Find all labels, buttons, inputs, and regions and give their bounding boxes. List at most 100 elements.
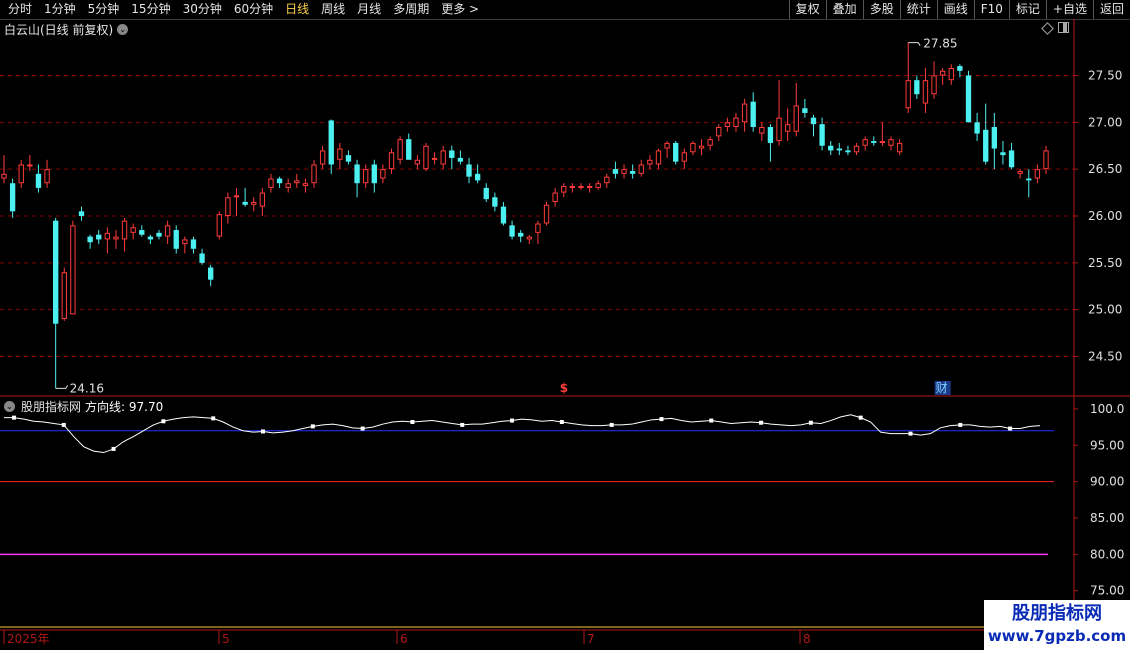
candle-body-up [948,67,954,81]
direction-point [161,419,166,424]
candle-body-down [500,206,507,224]
candle-body-up [784,124,791,132]
direction-point [759,420,764,425]
candle-body-up [604,176,610,184]
direction-point [11,415,16,420]
candle-body-down [371,164,377,184]
watermark-title: 股朋指标网 [1012,603,1102,624]
direction-point [111,446,116,451]
candle-body-down [78,211,85,216]
indicator-tick-label: 90.00 [1090,475,1124,489]
candle-body-down [965,75,972,123]
candle-body-up [569,186,576,189]
direction-point [559,420,564,424]
candle-body-up [18,164,24,184]
candle-body-down [991,127,998,149]
candle-body-up [285,183,291,188]
candle-body-up [216,214,222,237]
candle-body-down [345,155,352,162]
candle-body-down [612,169,619,174]
high-price-label: 27.85 [923,37,957,51]
candle-body-up [664,142,670,149]
direction-point [1008,426,1013,431]
candle-body-up [526,236,532,240]
candle-body-down [35,173,42,188]
candle-body-up [363,169,369,184]
direction-point [510,418,515,423]
candle-body-up [423,145,429,170]
candle-body-up [922,80,929,104]
direction-point [360,426,365,431]
candle-body-down [836,148,842,151]
direction-point [808,420,813,425]
candle-body-down [466,164,472,177]
candle-body-up [1043,150,1049,170]
candle-body-up [888,139,894,146]
candle-body-up [621,169,627,174]
candle-body-down [819,124,825,146]
direction-point [211,416,216,421]
candle-body-down [492,197,498,207]
indicator-tick-label: 75.00 [1090,584,1124,598]
indicator-tick-label: 95.00 [1090,438,1124,452]
candle-body-down [828,145,834,151]
candle-body-down [328,120,334,165]
candle-body-up [337,148,343,160]
candle-body-down [474,173,481,181]
candle-body-up [681,152,687,162]
candle-body-down [767,127,774,143]
candle-body-up [311,164,317,184]
candle-body-down [9,183,16,212]
direction-point [609,422,614,427]
price-tick-label: 25.50 [1088,256,1122,270]
candle-body-up [268,178,274,188]
candle-body-down [147,236,154,240]
kline-chart[interactable]: 24.50 25.00 25.50 26.00 26.50 27.00 27.50 75.00… [0,0,1130,650]
price-tick-label: 25.00 [1088,303,1122,317]
direction-point [709,418,714,423]
candle-body-up [578,186,584,189]
direction-point [908,431,913,436]
watermark-url: www.7gpzb.com [987,627,1127,645]
candle-body-up [319,150,326,165]
candle-body-up [724,122,731,127]
candle-body-down [406,139,412,160]
indicator-tick-label: 85.00 [1090,511,1124,525]
candle-body-up [793,105,799,132]
candle-body-down [974,122,980,134]
time-label: 8 [803,632,811,646]
candle-body-down [449,150,455,158]
candle-body-up [431,157,438,160]
candle-body-up [896,142,903,153]
candle-body-up [853,145,860,153]
candle-body-up [302,183,309,187]
candle-body-up [543,204,550,224]
candle-body-up [862,139,868,146]
candle-body-down [810,117,817,125]
candle-body-down [483,187,489,200]
candle-body-up [130,227,136,233]
candle-body-up [225,197,231,216]
candle-body-down [457,157,464,162]
low-marker-pointer [55,385,69,389]
candle-body-down [673,142,679,162]
candle-body-up [647,159,653,165]
direction-point [61,422,66,427]
candle-body-up [113,236,119,240]
candle-body-down [96,234,102,240]
low-price-label: 24.16 [70,381,104,395]
candle-body-up [776,117,782,142]
time-label: 6 [400,632,408,646]
price-tick-label: 27.00 [1088,115,1122,129]
indicator-name: 股朋指标网 [21,400,82,414]
candle-body-up [44,169,50,184]
candle-body-up [70,225,76,315]
indicator-tick-label: 80.00 [1090,547,1124,561]
direction-point [659,417,664,422]
candle-body-up [259,192,266,207]
candle-body-up [388,152,395,170]
candle-body-up [561,186,567,193]
candle-body-up [905,80,911,109]
chevron-down-icon[interactable]: ⌄ [4,401,15,412]
candle-body-down [52,220,59,324]
